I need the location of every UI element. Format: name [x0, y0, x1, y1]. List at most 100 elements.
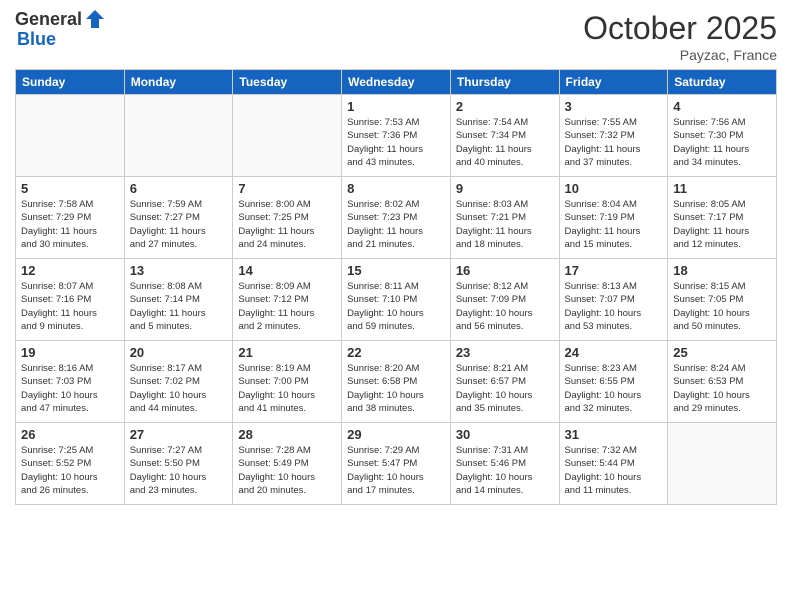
day-info: Sunrise: 8:16 AM Sunset: 7:03 PM Dayligh… [21, 362, 119, 415]
title-block: October 2025 Payzac, France [583, 10, 777, 63]
day-number: 5 [21, 181, 119, 196]
table-cell: 2 Sunrise: 7:54 AM Sunset: 7:34 PM Daylig… [450, 95, 559, 177]
day-info: Sunrise: 8:19 AM Sunset: 7:00 PM Dayligh… [238, 362, 336, 415]
table-cell: 25Sunrise: 8:24 AM Sunset: 6:53 PM Dayli… [668, 341, 777, 423]
table-cell: 21 Sunrise: 8:19 AM Sunset: 7:00 PM Dayli… [233, 341, 342, 423]
table-cell: 28 Sunrise: 7:28 AM Sunset: 5:49 PM Dayli… [233, 423, 342, 505]
day-info: Sunrise: 8:11 AM Sunset: 7:10 PM Dayligh… [347, 280, 445, 333]
col-sunday: Sunday [16, 70, 125, 95]
day-number: 18 [673, 263, 771, 278]
table-cell: 12 Sunrise: 8:07 AM Sunset: 7:16 PM Dayli… [16, 259, 125, 341]
day-number: 20 [130, 345, 228, 360]
table-cell: 15Sunrise: 8:11 AM Sunset: 7:10 PM Dayli… [342, 259, 451, 341]
table-cell: 10 Sunrise: 8:04 AM Sunset: 7:19 PM Dayli… [559, 177, 668, 259]
day-number: 26 [21, 427, 119, 442]
week-row-3: 12 Sunrise: 8:07 AM Sunset: 7:16 PM Dayli… [16, 259, 777, 341]
table-cell: 19 Sunrise: 8:16 AM Sunset: 7:03 PM Dayli… [16, 341, 125, 423]
day-number: 10 [565, 181, 663, 196]
month-title: October 2025 [583, 10, 777, 47]
day-info: Sunrise: 7:29 AM Sunset: 5:47 PM Dayligh… [347, 444, 445, 497]
day-info: Sunrise: 7:59 AM Sunset: 7:27 PM Dayligh… [130, 198, 228, 251]
day-number: 11 [673, 181, 771, 196]
table-cell: 4 Sunrise: 7:56 AM Sunset: 7:30 PM Daylig… [668, 95, 777, 177]
day-info: Sunrise: 7:27 AM Sunset: 5:50 PM Dayligh… [130, 444, 228, 497]
table-cell: 20 Sunrise: 8:17 AM Sunset: 7:02 PM Dayli… [124, 341, 233, 423]
day-number: 2 [456, 99, 554, 114]
day-number: 1 [347, 99, 445, 114]
table-cell: 29Sunrise: 7:29 AM Sunset: 5:47 PM Dayli… [342, 423, 451, 505]
day-info: Sunrise: 7:25 AM Sunset: 5:52 PM Dayligh… [21, 444, 119, 497]
day-number: 31 [565, 427, 663, 442]
day-number: 30 [456, 427, 554, 442]
day-info: Sunrise: 7:32 AM Sunset: 5:44 PM Dayligh… [565, 444, 663, 497]
col-wednesday: Wednesday [342, 70, 451, 95]
table-cell: 26 Sunrise: 7:25 AM Sunset: 5:52 PM Dayli… [16, 423, 125, 505]
table-cell: 30 Sunrise: 7:31 AM Sunset: 5:46 PM Dayli… [450, 423, 559, 505]
day-info: Sunrise: 7:28 AM Sunset: 5:49 PM Dayligh… [238, 444, 336, 497]
day-number: 12 [21, 263, 119, 278]
table-cell: 31 Sunrise: 7:32 AM Sunset: 5:44 PM Dayli… [559, 423, 668, 505]
week-row-1: 1Sunrise: 7:53 AM Sunset: 7:36 PM Daylig… [16, 95, 777, 177]
day-number: 28 [238, 427, 336, 442]
table-cell: 5 Sunrise: 7:58 AM Sunset: 7:29 PM Daylig… [16, 177, 125, 259]
day-number: 17 [565, 263, 663, 278]
week-row-4: 19 Sunrise: 8:16 AM Sunset: 7:03 PM Dayli… [16, 341, 777, 423]
table-cell: 6 Sunrise: 7:59 AM Sunset: 7:27 PM Daylig… [124, 177, 233, 259]
day-info: Sunrise: 8:09 AM Sunset: 7:12 PM Dayligh… [238, 280, 336, 333]
day-info: Sunrise: 7:56 AM Sunset: 7:30 PM Dayligh… [673, 116, 771, 169]
day-info: Sunrise: 8:07 AM Sunset: 7:16 PM Dayligh… [21, 280, 119, 333]
logo: General Blue [15, 10, 106, 50]
logo-blue: Blue [17, 30, 106, 50]
col-monday: Monday [124, 70, 233, 95]
col-saturday: Saturday [668, 70, 777, 95]
day-number: 8 [347, 181, 445, 196]
day-number: 24 [565, 345, 663, 360]
table-cell [16, 95, 125, 177]
day-number: 4 [673, 99, 771, 114]
day-number: 23 [456, 345, 554, 360]
col-thursday: Thursday [450, 70, 559, 95]
day-info: Sunrise: 8:04 AM Sunset: 7:19 PM Dayligh… [565, 198, 663, 251]
day-info: Sunrise: 8:20 AM Sunset: 6:58 PM Dayligh… [347, 362, 445, 415]
table-cell: 24 Sunrise: 8:23 AM Sunset: 6:55 PM Dayli… [559, 341, 668, 423]
day-info: Sunrise: 7:55 AM Sunset: 7:32 PM Dayligh… [565, 116, 663, 169]
day-info: Sunrise: 8:00 AM Sunset: 7:25 PM Dayligh… [238, 198, 336, 251]
day-number: 19 [21, 345, 119, 360]
day-number: 16 [456, 263, 554, 278]
table-cell: 9Sunrise: 8:03 AM Sunset: 7:21 PM Daylig… [450, 177, 559, 259]
col-tuesday: Tuesday [233, 70, 342, 95]
table-cell: 22 Sunrise: 8:20 AM Sunset: 6:58 PM Dayli… [342, 341, 451, 423]
day-number: 22 [347, 345, 445, 360]
day-number: 6 [130, 181, 228, 196]
day-info: Sunrise: 8:15 AM Sunset: 7:05 PM Dayligh… [673, 280, 771, 333]
col-friday: Friday [559, 70, 668, 95]
calendar-header-row: Sunday Monday Tuesday Wednesday Thursday… [16, 70, 777, 95]
day-info: Sunrise: 8:13 AM Sunset: 7:07 PM Dayligh… [565, 280, 663, 333]
table-cell: 14 Sunrise: 8:09 AM Sunset: 7:12 PM Dayli… [233, 259, 342, 341]
table-cell: 3Sunrise: 7:55 AM Sunset: 7:32 PM Daylig… [559, 95, 668, 177]
table-cell: 7 Sunrise: 8:00 AM Sunset: 7:25 PM Daylig… [233, 177, 342, 259]
table-cell [124, 95, 233, 177]
header: General Blue October 2025 Payzac, France [15, 10, 777, 63]
day-info: Sunrise: 8:02 AM Sunset: 7:23 PM Dayligh… [347, 198, 445, 251]
day-info: Sunrise: 8:05 AM Sunset: 7:17 PM Dayligh… [673, 198, 771, 251]
location-subtitle: Payzac, France [583, 47, 777, 63]
day-info: Sunrise: 8:23 AM Sunset: 6:55 PM Dayligh… [565, 362, 663, 415]
table-cell: 13Sunrise: 8:08 AM Sunset: 7:14 PM Dayli… [124, 259, 233, 341]
day-number: 7 [238, 181, 336, 196]
day-number: 14 [238, 263, 336, 278]
table-cell: 16Sunrise: 8:12 AM Sunset: 7:09 PM Dayli… [450, 259, 559, 341]
logo-general: General [15, 10, 82, 30]
table-cell: 17 Sunrise: 8:13 AM Sunset: 7:07 PM Dayli… [559, 259, 668, 341]
day-info: Sunrise: 7:54 AM Sunset: 7:34 PM Dayligh… [456, 116, 554, 169]
day-info: Sunrise: 8:21 AM Sunset: 6:57 PM Dayligh… [456, 362, 554, 415]
table-cell: 23 Sunrise: 8:21 AM Sunset: 6:57 PM Dayli… [450, 341, 559, 423]
page-container: General Blue October 2025 Payzac, France… [0, 0, 792, 515]
week-row-2: 5 Sunrise: 7:58 AM Sunset: 7:29 PM Daylig… [16, 177, 777, 259]
day-number: 21 [238, 345, 336, 360]
day-info: Sunrise: 8:17 AM Sunset: 7:02 PM Dayligh… [130, 362, 228, 415]
day-info: Sunrise: 7:58 AM Sunset: 7:29 PM Dayligh… [21, 198, 119, 251]
day-info: Sunrise: 7:31 AM Sunset: 5:46 PM Dayligh… [456, 444, 554, 497]
day-number: 9 [456, 181, 554, 196]
day-info: Sunrise: 8:24 AM Sunset: 6:53 PM Dayligh… [673, 362, 771, 415]
